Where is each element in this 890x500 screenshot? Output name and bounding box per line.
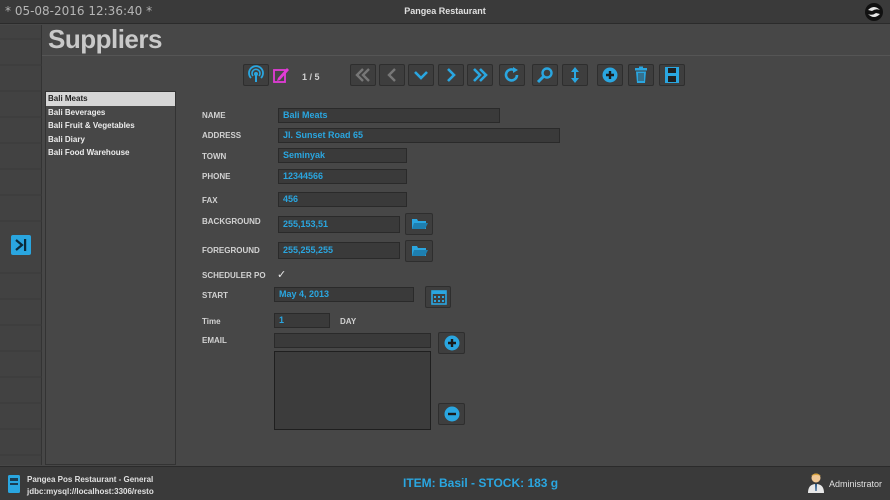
address-field[interactable]: Jl. Sunset Road 65 — [278, 128, 560, 143]
time-unit-label: DAY — [340, 317, 357, 326]
delete-record-button[interactable] — [628, 64, 654, 86]
town-label: TOWN — [202, 152, 227, 161]
last-record-button[interactable] — [467, 64, 493, 86]
item-stock-label: ITEM: Basil - STOCK: 183 g — [403, 476, 559, 490]
plus-circle-icon — [602, 67, 618, 83]
add-email-button[interactable] — [438, 332, 465, 354]
fax-label: FAX — [202, 196, 218, 205]
list-item[interactable]: Bali Beverages — [46, 106, 175, 120]
foreground-color-field[interactable]: 255,255,255 — [278, 242, 400, 259]
scheduler-po-label: SCHEDULER PO — [202, 271, 266, 280]
sort-arrows-icon — [571, 67, 579, 83]
minus-circle-icon — [444, 406, 460, 422]
email-label: EMAIL — [202, 336, 227, 345]
list-item[interactable]: Bali Fruit & Vegetables — [46, 119, 175, 133]
edit-icon — [273, 68, 289, 83]
broadcast-icon — [248, 65, 264, 82]
first-record-button[interactable] — [350, 64, 376, 86]
trash-icon — [635, 66, 647, 83]
double-chevron-right-icon — [473, 68, 488, 82]
fax-field[interactable]: 456 — [278, 192, 407, 207]
email-list[interactable] — [274, 351, 431, 430]
address-label: ADDRESS — [202, 131, 242, 140]
reload-button[interactable] — [499, 64, 525, 86]
scheduler-po-checkbox[interactable]: ✓ — [277, 268, 286, 281]
user-name: Administrator — [829, 479, 883, 489]
user-avatar-icon — [808, 473, 824, 493]
save-disk-icon — [665, 67, 679, 83]
list-item[interactable]: Bali Diary — [46, 133, 175, 147]
foreground-label: FOREGROUND — [202, 246, 260, 255]
status-connection: jdbc:mysql://localhost:3306/resto — [27, 487, 154, 496]
search-icon — [536, 67, 553, 84]
expand-menu-button[interactable] — [11, 235, 31, 255]
name-field[interactable]: Bali Meats — [278, 108, 500, 123]
plus-circle-icon — [444, 335, 460, 351]
record-pager: 1 / 5 — [302, 72, 320, 82]
chevron-left-icon — [387, 68, 396, 82]
name-label: NAME — [202, 111, 226, 120]
background-color-picker-button[interactable] — [405, 213, 433, 235]
town-field[interactable]: Seminyak — [278, 148, 407, 163]
background-label: BACKGROUND — [202, 217, 261, 226]
header-divider — [42, 55, 890, 56]
remove-email-button[interactable] — [438, 403, 465, 425]
phone-label: PHONE — [202, 172, 231, 181]
calendar-button[interactable] — [425, 286, 451, 308]
double-chevron-left-icon — [355, 68, 370, 82]
save-record-button[interactable] — [659, 64, 685, 86]
folder-open-icon — [412, 219, 428, 229]
start-date-field[interactable]: May 4, 2013 — [274, 287, 414, 302]
time-field[interactable]: 1 — [274, 313, 330, 328]
status-bar: Pangea Pos Restaurant - General jdbc:mys… — [0, 466, 890, 500]
expand-right-icon — [15, 239, 27, 251]
side-rail — [0, 25, 42, 465]
previous-record-button[interactable] — [379, 64, 405, 86]
record-select-button[interactable] — [408, 64, 434, 86]
start-label: START — [202, 291, 229, 300]
supplier-list[interactable]: Bali Meats Bali Beverages Bali Fruit & V… — [45, 91, 176, 465]
list-item[interactable]: Bali Meats — [46, 92, 175, 106]
new-record-button[interactable] — [597, 64, 623, 86]
search-button[interactable] — [532, 64, 558, 86]
edit-button[interactable] — [268, 64, 294, 86]
folder-open-icon — [412, 246, 428, 256]
app-logo-icon — [865, 3, 883, 21]
status-app-name: Pangea Pos Restaurant - General — [27, 475, 154, 484]
chevron-right-icon — [447, 68, 456, 82]
sort-button[interactable] — [562, 64, 588, 86]
foreground-color-picker-button[interactable] — [405, 240, 433, 262]
email-input[interactable] — [274, 333, 431, 348]
time-label: Time — [202, 317, 221, 326]
remote-button[interactable] — [243, 64, 269, 86]
background-color-field[interactable]: 255,153,51 — [278, 216, 400, 233]
next-record-button[interactable] — [438, 64, 464, 86]
list-item[interactable]: Bali Food Warehouse — [46, 146, 175, 160]
datetime-label: * 05-08-2016 12:36:40 * — [5, 4, 153, 18]
refresh-icon — [504, 67, 519, 82]
title-bar: * 05-08-2016 12:36:40 * Pangea Restauran… — [0, 0, 890, 24]
calendar-icon — [431, 290, 447, 305]
database-icon — [8, 475, 20, 493]
phone-field[interactable]: 12344566 — [278, 169, 407, 184]
page-title: Suppliers — [48, 24, 162, 54]
chevron-down-icon — [414, 71, 428, 80]
